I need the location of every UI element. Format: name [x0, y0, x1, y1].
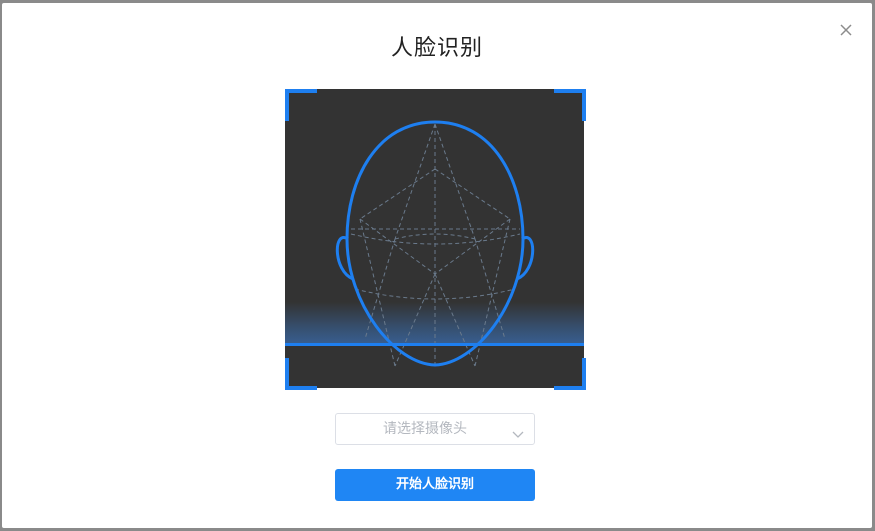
corner-bracket-bottom-right — [554, 358, 586, 390]
scan-line — [285, 343, 584, 346]
dialog-title: 人脸识别 — [390, 36, 483, 61]
camera-select[interactable]: 请选择摄像头 — [335, 413, 535, 445]
camera-viewport — [285, 89, 584, 388]
close-icon[interactable] — [838, 22, 854, 38]
start-face-recognition-button[interactable]: 开始人脸识别 — [335, 469, 535, 501]
chevron-down-icon — [512, 424, 524, 438]
corner-bracket-top-right — [554, 89, 586, 121]
corner-bracket-bottom-left — [285, 358, 317, 390]
camera-select-placeholder: 请选择摄像头 — [383, 421, 467, 437]
corner-bracket-top-left — [285, 89, 317, 121]
